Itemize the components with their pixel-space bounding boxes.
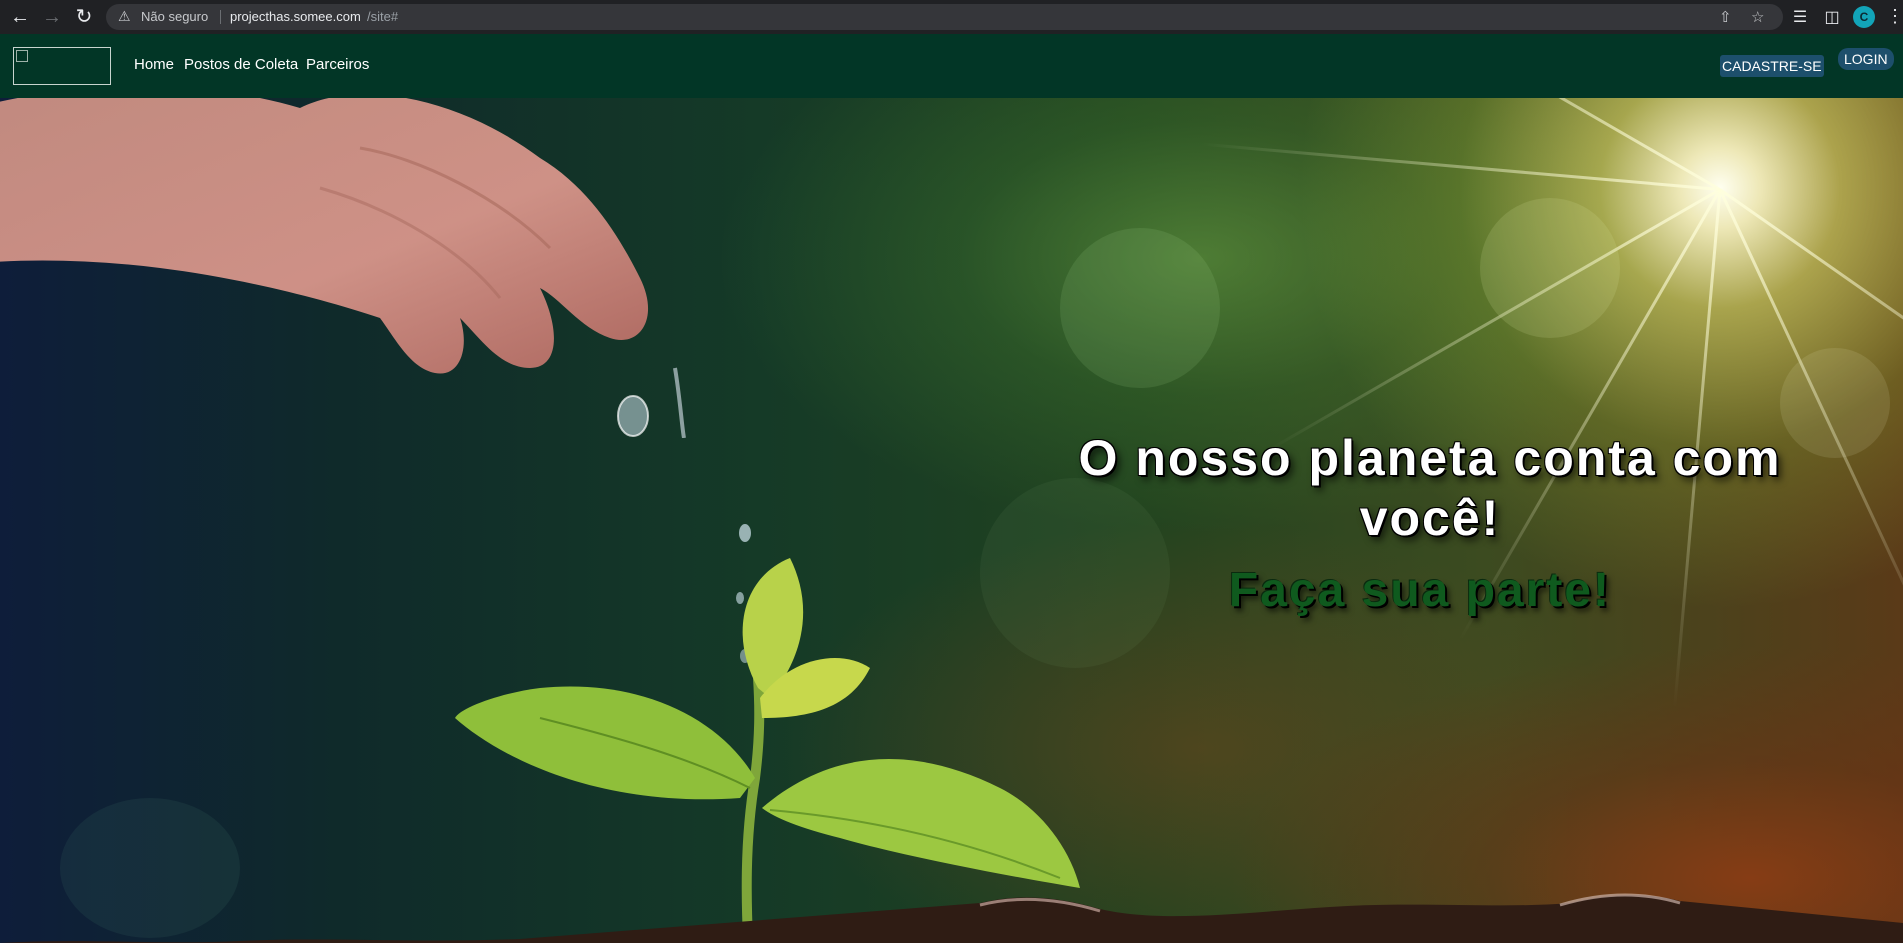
sun-ray: [1201, 142, 1721, 191]
broken-image-icon: [16, 50, 28, 62]
forward-icon[interactable]: →: [40, 5, 64, 29]
kebab-menu-icon[interactable]: ⋮: [1886, 4, 1903, 28]
browser-toolbar: ← → ↻ ⚠ Não seguro projecthas.somee.com …: [0, 0, 1903, 34]
hand-illustration: [0, 98, 686, 438]
nav-link-parceiros[interactable]: Parceiros: [306, 56, 369, 73]
profile-avatar[interactable]: C: [1853, 6, 1875, 28]
signup-button[interactable]: CADASTRE-SE: [1720, 55, 1824, 77]
side-panel-icon[interactable]: ◫: [1820, 5, 1844, 29]
url-host[interactable]: projecthas.somee.com: [230, 9, 361, 24]
login-button[interactable]: LOGIN: [1838, 48, 1894, 70]
site-logo[interactable]: [13, 47, 111, 85]
warning-icon[interactable]: ⚠: [118, 8, 131, 25]
url-path[interactable]: /site#: [367, 9, 398, 24]
bokeh-light: [1480, 198, 1620, 338]
nav-link-home[interactable]: Home: [134, 56, 174, 73]
hero-title: O nosso planeta conta com você!: [1078, 430, 1782, 546]
star-icon[interactable]: ☆: [1751, 8, 1764, 26]
omnibox-divider: [220, 10, 221, 24]
hero-subtitle: Faça sua parte!: [1228, 564, 1612, 617]
address-bar[interactable]: ⚠ Não seguro projecthas.somee.com /site#…: [106, 4, 1783, 30]
reading-list-icon[interactable]: ☰: [1788, 5, 1812, 29]
reload-icon[interactable]: ↻: [72, 5, 96, 29]
site-navbar: Home Postos de Coleta Parceiros CADASTRE…: [0, 34, 1903, 98]
sun-ray: [1268, 98, 1721, 191]
security-status[interactable]: Não seguro: [141, 9, 208, 24]
hero-banner: O nosso planeta conta com você! Faça sua…: [0, 98, 1903, 943]
share-icon[interactable]: ⇧: [1719, 8, 1732, 26]
nav-link-postos-de-coleta[interactable]: Postos de Coleta: [184, 56, 298, 73]
bokeh-light: [1060, 228, 1220, 388]
back-icon[interactable]: ←: [8, 5, 32, 29]
soil-illustration: [0, 893, 1903, 943]
